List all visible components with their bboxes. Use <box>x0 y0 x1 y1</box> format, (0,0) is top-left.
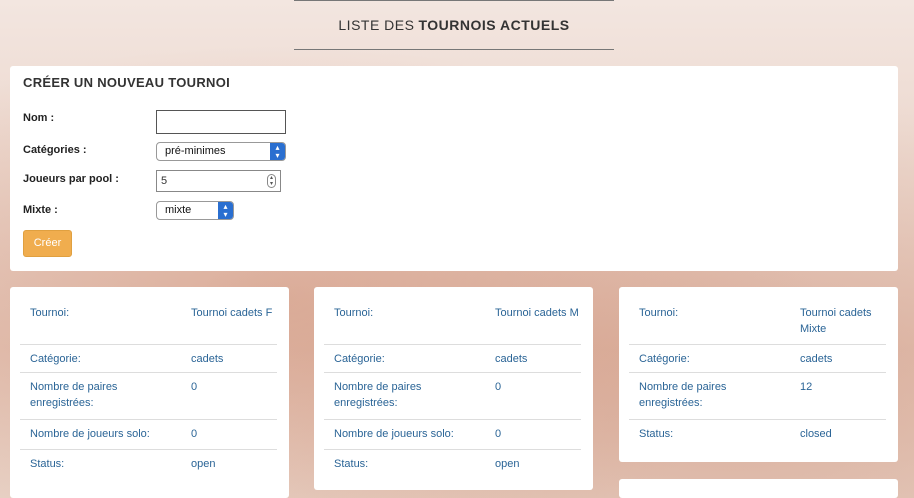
tournament-value[interactable]: Tournoi cadets M <box>495 305 579 321</box>
pairs-row: Nombre de paires enregistrées: 12 <box>629 373 886 420</box>
status-row: Status: open <box>324 450 581 480</box>
name-label: Nom : <box>23 112 55 124</box>
pairs-value: 0 <box>495 381 502 393</box>
create-tournament-panel: CRÉER UN NOUVEAU TOURNOI Nom : Catégorie… <box>10 66 898 271</box>
pairs-label: Nombre de paires enregistrées: <box>639 381 727 409</box>
spinner-updown-icon[interactable]: ▴ ▾ <box>267 174 276 188</box>
solo-label: Nombre de joueurs solo: <box>30 428 150 440</box>
category-label: Catégorie: <box>30 353 81 365</box>
page-title: LISTE DES TOURNOIS ACTUELS <box>294 0 614 50</box>
category-label: Catégorie: <box>639 353 690 365</box>
status-value: closed <box>800 428 832 440</box>
solo-row: Nombre de joueurs solo: 0 <box>324 420 581 450</box>
category-select[interactable]: pré-minimes ▴ ▾ <box>156 142 286 161</box>
category-row: Catégorie: cadets <box>629 345 886 373</box>
tournament-card: Tournoi: Tournoi cadets M Catégorie: cad… <box>314 287 593 490</box>
page-title-prefix: LISTE DES <box>338 17 415 33</box>
tournament-value[interactable]: Tournoi cadets Mixte <box>800 305 884 337</box>
tournament-label: Tournoi: <box>30 307 70 319</box>
status-row: Status: open <box>20 450 277 480</box>
category-value: cadets <box>191 353 224 365</box>
category-label: Catégories : <box>23 144 87 156</box>
solo-row: Nombre de joueurs solo: 0 <box>20 420 277 450</box>
create-button[interactable]: Créer <box>23 230 72 257</box>
status-label: Status: <box>30 458 65 470</box>
mixed-select[interactable]: mixte ▴ ▾ <box>156 201 234 220</box>
solo-value: 0 <box>191 428 198 440</box>
solo-value: 0 <box>495 428 502 440</box>
status-value: open <box>191 458 216 470</box>
chevron-updown-icon: ▴ ▾ <box>218 202 233 219</box>
tournament-value[interactable]: Tournoi cadets F <box>191 305 275 321</box>
pairs-value: 12 <box>800 381 813 393</box>
mixed-select-value: mixte <box>165 204 192 216</box>
status-label: Status: <box>334 458 369 470</box>
tournament-row: Tournoi: Tournoi cadets F <box>20 297 277 345</box>
solo-label: Nombre de joueurs solo: <box>334 428 454 440</box>
pairs-label: Nombre de paires enregistrées: <box>30 381 118 409</box>
tournament-card: Tournoi: Tournoi cadets F Catégorie: cad… <box>10 287 289 498</box>
tournament-row: Tournoi: Tournoi cadets M <box>324 297 581 345</box>
tournament-row: Tournoi: Tournoi cadets Mixte <box>629 297 886 345</box>
pairs-row: Nombre de paires enregistrées: 0 <box>20 373 277 420</box>
mixed-label: Mixte : <box>23 204 58 216</box>
status-label: Status: <box>639 428 674 440</box>
tournament-label: Tournoi: <box>639 307 679 319</box>
players-per-pool-value: 5 <box>161 175 168 187</box>
category-value: cadets <box>495 353 528 365</box>
name-input[interactable] <box>156 110 286 134</box>
tournament-label: Tournoi: <box>334 307 374 319</box>
pairs-value: 0 <box>191 381 198 393</box>
chevron-updown-icon: ▴ ▾ <box>270 143 285 160</box>
tournament-card: Tournoi: Tournoi cadets Mixte Catégorie:… <box>619 287 898 462</box>
category-row: Catégorie: cadets <box>20 345 277 373</box>
status-value: open <box>495 458 520 470</box>
players-per-pool-label: Joueurs par pool : <box>23 173 119 185</box>
category-row: Catégorie: cadets <box>324 345 581 373</box>
category-select-value: pré-minimes <box>165 145 226 157</box>
pairs-label: Nombre de paires enregistrées: <box>334 381 422 409</box>
page-title-bold: TOURNOIS ACTUELS <box>418 17 570 33</box>
pairs-row: Nombre de paires enregistrées: 0 <box>324 373 581 420</box>
create-tournament-title: CRÉER UN NOUVEAU TOURNOI <box>23 75 231 90</box>
tournament-card-partial <box>619 479 898 498</box>
status-row: Status: closed <box>629 420 886 450</box>
category-value: cadets <box>800 353 833 365</box>
players-per-pool-input[interactable]: 5 ▴ ▾ <box>156 170 281 192</box>
category-label: Catégorie: <box>334 353 385 365</box>
